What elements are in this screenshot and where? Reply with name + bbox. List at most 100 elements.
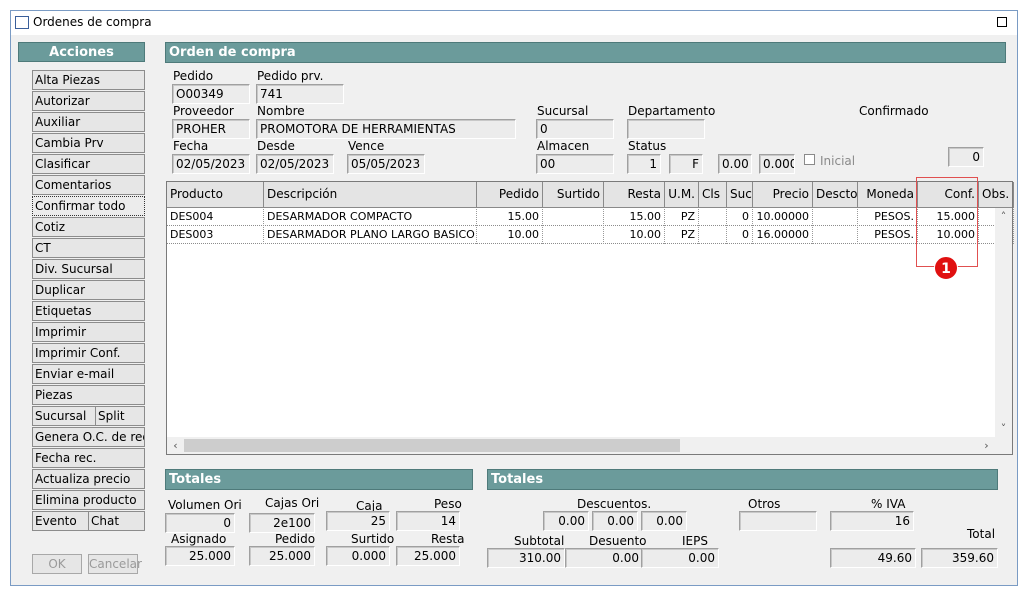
action-cambia-prv-button[interactable]: Cambia Prv xyxy=(32,133,145,153)
otros-field[interactable] xyxy=(739,511,817,531)
inicial-checkbox[interactable] xyxy=(804,154,815,165)
surtido-field[interactable]: 0.000 xyxy=(326,546,390,566)
desuento-field[interactable]: 0.00 xyxy=(565,548,643,568)
status-number-field[interactable]: 1 xyxy=(627,154,661,174)
column-header-resta[interactable]: Resta xyxy=(604,182,665,208)
scroll-down-icon[interactable]: ˅ xyxy=(995,420,1012,437)
action-confirmar-todo-button[interactable]: Confirmar todo xyxy=(32,196,145,216)
chat-button[interactable]: Chat xyxy=(88,511,145,531)
value2-field[interactable]: 0.000 xyxy=(759,154,795,174)
genera-oc-button[interactable]: Genera O.C. de req. xyxy=(32,427,145,447)
subtotal-field[interactable]: 310.00 xyxy=(487,548,565,568)
value1-field[interactable]: 0.00 xyxy=(718,154,752,174)
proveedor-field[interactable]: PROHER xyxy=(172,119,250,139)
column-header-moneda[interactable]: Moneda xyxy=(858,182,918,208)
action-imprimir-button[interactable]: Imprimir xyxy=(32,322,145,342)
cell-um[interactable]: PZ xyxy=(665,227,699,244)
action-div-sucursal-button[interactable]: Div. Sucursal xyxy=(32,259,145,279)
cell-um[interactable]: PZ xyxy=(665,209,699,226)
cell-descto[interactable] xyxy=(813,227,858,244)
elimina-producto-button[interactable]: Elimina producto xyxy=(32,490,145,510)
column-header-suc[interactable]: Suc xyxy=(727,182,753,208)
confirmado-field[interactable]: 0 xyxy=(948,147,984,167)
pedido-prv-field[interactable]: 741 xyxy=(256,84,344,104)
action-alta-piezas-button[interactable]: Alta Piezas xyxy=(32,70,145,90)
column-header-descripcion[interactable]: Descripción xyxy=(264,182,477,208)
cell-precio[interactable]: 16.00000 xyxy=(753,227,813,244)
descuento3-field[interactable]: 0.00 xyxy=(641,511,687,531)
total-field[interactable]: 359.60 xyxy=(921,548,998,568)
fecha-rec-button[interactable]: Fecha rec. xyxy=(32,448,145,468)
caja-field[interactable]: 25 xyxy=(326,511,390,531)
nombre-field[interactable]: PROMOTORA DE HERRAMIENTAS xyxy=(256,119,516,139)
cancel-button[interactable]: Cancelar xyxy=(88,554,142,574)
products-grid[interactable]: Producto Descripción Pedido Surtido Resta U.M… xyxy=(166,181,1014,455)
sucursal-button[interactable]: Sucursal xyxy=(32,406,96,426)
split-button[interactable]: Split xyxy=(95,406,145,426)
action-imprimir-conf-button[interactable]: Imprimir Conf. xyxy=(32,343,145,363)
pedido-total-field[interactable]: 25.000 xyxy=(249,546,315,566)
cell-moneda[interactable]: PESOS. xyxy=(858,227,918,244)
scroll-left-icon[interactable]: ‹ xyxy=(167,437,184,454)
column-header-obs[interactable]: Obs. xyxy=(979,182,1014,208)
action-auxiliar-button[interactable]: Auxiliar xyxy=(32,112,145,132)
scroll-right-icon[interactable]: › xyxy=(978,437,995,454)
cell-pedido[interactable]: 10.00 xyxy=(477,227,543,244)
cell-surtido[interactable] xyxy=(543,209,604,226)
action-clasificar-button[interactable]: Clasificar xyxy=(32,154,145,174)
cell-moneda[interactable]: PESOS. xyxy=(858,209,918,226)
cell-precio[interactable]: 10.00000 xyxy=(753,209,813,226)
ok-button[interactable]: OK xyxy=(32,554,82,574)
descuento1-field[interactable]: 0.00 xyxy=(543,511,589,531)
pedido-field[interactable]: O00349 xyxy=(172,84,250,104)
status-code-field[interactable]: F xyxy=(669,154,703,174)
column-header-um[interactable]: U.M. xyxy=(665,182,699,208)
action-etiquetas-button[interactable]: Etiquetas xyxy=(32,301,145,321)
scroll-up-icon[interactable]: ˄ xyxy=(995,208,1012,225)
resta-field[interactable]: 25.000 xyxy=(396,546,460,566)
cell-suc[interactable]: 0 xyxy=(727,227,753,244)
cell-suc[interactable]: 0 xyxy=(727,209,753,226)
cell-descto[interactable] xyxy=(813,209,858,226)
vence-field[interactable]: 05/05/2023 xyxy=(347,154,425,174)
departamento-field[interactable] xyxy=(627,119,705,139)
fecha-field[interactable]: 02/05/2023 xyxy=(172,154,250,174)
horizontal-scrollbar[interactable]: ‹ › xyxy=(167,437,1012,454)
cell-descripcion[interactable]: DESARMADOR PLANO LARGO BASICO xyxy=(264,227,477,244)
column-header-cls[interactable]: Cls xyxy=(699,182,727,208)
column-header-producto[interactable]: Producto xyxy=(167,182,264,208)
iva-field[interactable]: 16 xyxy=(830,511,914,531)
descuento2-field[interactable]: 0.00 xyxy=(592,511,638,531)
iva-amount-field[interactable]: 49.60 xyxy=(830,548,916,568)
cell-producto[interactable]: DES003 xyxy=(167,227,264,244)
column-header-descto[interactable]: Descto xyxy=(813,182,858,208)
column-header-pedido[interactable]: Pedido xyxy=(477,182,543,208)
cell-pedido[interactable]: 15.00 xyxy=(477,209,543,226)
action-autorizar-button[interactable]: Autorizar xyxy=(32,91,145,111)
table-row[interactable]: DES003 DESARMADOR PLANO LARGO BASICO 10.00… xyxy=(167,227,1014,244)
action-piezas-button[interactable]: Piezas xyxy=(32,385,145,405)
action-cotiz-button[interactable]: Cotiz xyxy=(32,217,145,237)
evento-button[interactable]: Evento xyxy=(32,511,89,531)
cell-descripcion[interactable]: DESARMADOR COMPACTO xyxy=(264,209,477,226)
maximize-icon[interactable] xyxy=(997,17,1007,27)
horizontal-scroll-thumb[interactable] xyxy=(184,439,680,452)
desde-field[interactable]: 02/05/2023 xyxy=(256,154,334,174)
cell-resta[interactable]: 15.00 xyxy=(604,209,665,226)
actualiza-precio-button[interactable]: Actualiza precio xyxy=(32,469,145,489)
action-comentarios-button[interactable]: Comentarios xyxy=(32,175,145,195)
cell-resta[interactable]: 10.00 xyxy=(604,227,665,244)
action-duplicar-button[interactable]: Duplicar xyxy=(32,280,145,300)
sucursal-field[interactable]: 0 xyxy=(536,119,614,139)
table-row[interactable]: DES004 DESARMADOR COMPACTO 15.00 15.00 PZ 0 10… xyxy=(167,209,1014,226)
cajas-field[interactable]: 2e100 xyxy=(249,513,315,533)
cell-surtido[interactable] xyxy=(543,227,604,244)
asignado-field[interactable]: 25.000 xyxy=(165,546,235,566)
action-ct-button[interactable]: CT xyxy=(32,238,145,258)
column-header-surtido[interactable]: Surtido xyxy=(543,182,604,208)
vertical-scrollbar[interactable]: ˄ ˅ xyxy=(995,208,1012,437)
volumen-field[interactable]: 0 xyxy=(165,513,235,533)
almacen-field[interactable]: 00 xyxy=(536,154,614,174)
ieps-field[interactable]: 0.00 xyxy=(641,548,719,568)
cell-cls[interactable] xyxy=(699,209,727,226)
